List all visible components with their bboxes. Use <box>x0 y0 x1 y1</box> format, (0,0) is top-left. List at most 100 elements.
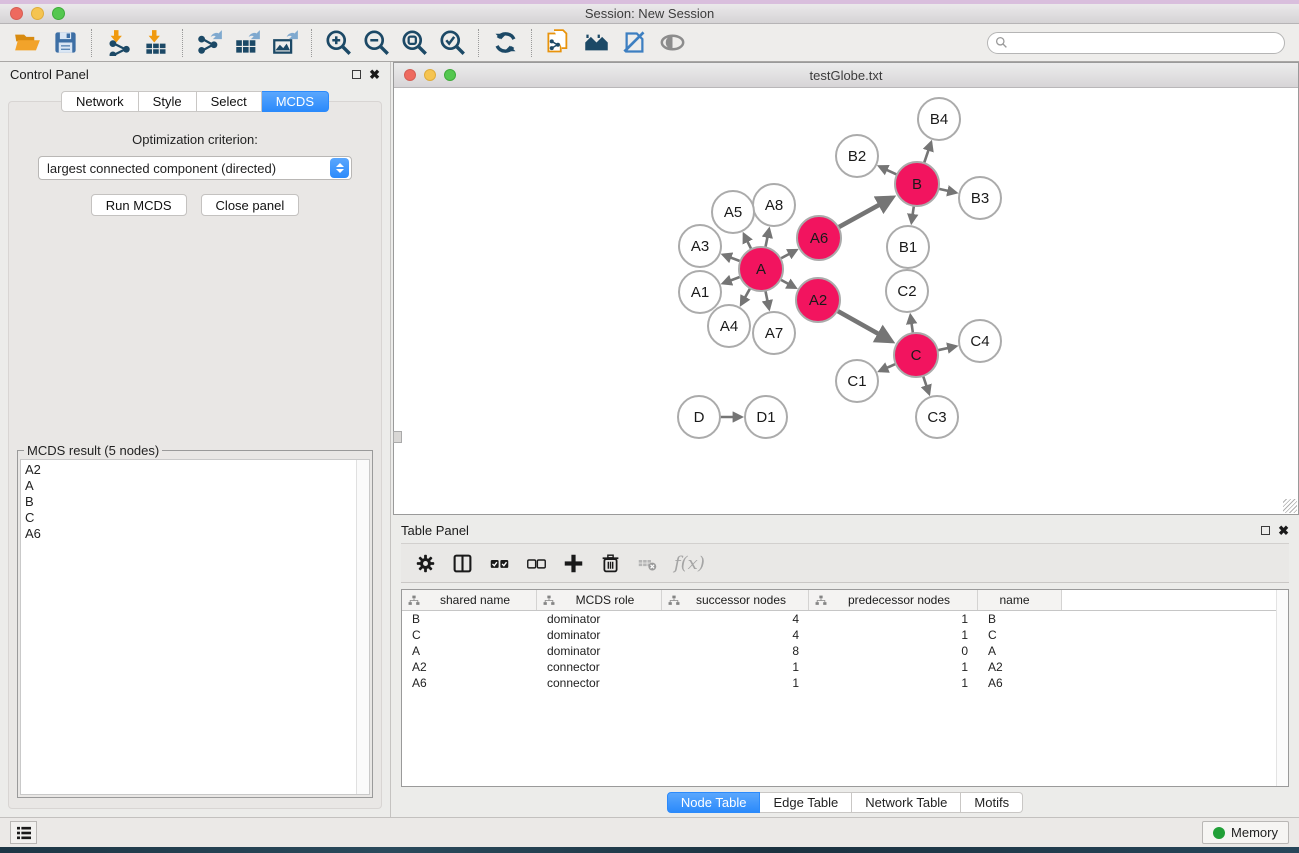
tab-motifs[interactable]: Motifs <box>961 792 1023 813</box>
node-B4[interactable]: B4 <box>918 98 960 140</box>
show-hide-panel-button[interactable] <box>653 27 691 59</box>
cell[interactable]: 1 <box>809 612 978 626</box>
node-A7[interactable]: A7 <box>753 312 795 354</box>
node-A1[interactable]: A1 <box>679 271 721 313</box>
zoom-out-button[interactable] <box>357 27 395 59</box>
column-header-MCDS-role[interactable]: MCDS role <box>537 590 662 610</box>
cell[interactable]: A6 <box>402 676 537 690</box>
zoom-selected-button[interactable] <box>433 27 471 59</box>
node-D[interactable]: D <box>678 396 720 438</box>
table-row[interactable]: Adominator80A <box>402 643 1288 659</box>
close-table-panel-icon[interactable]: ✖ <box>1278 526 1289 535</box>
cell[interactable]: A6 <box>978 676 1062 690</box>
show-columns-button[interactable] <box>452 553 473 574</box>
edge-A6-B[interactable] <box>838 198 892 228</box>
cell[interactable]: A2 <box>978 660 1062 674</box>
create-column-button[interactable] <box>563 553 584 574</box>
node-B1[interactable]: B1 <box>887 226 929 268</box>
open-file-button[interactable] <box>8 27 46 59</box>
node-C[interactable]: C <box>894 333 938 377</box>
cell[interactable]: B <box>402 612 537 626</box>
edge-C-C2[interactable] <box>910 315 913 333</box>
delete-column-button[interactable] <box>600 553 621 574</box>
tab-mcds[interactable]: MCDS <box>262 91 329 112</box>
edge-A-A5[interactable] <box>744 234 751 249</box>
table-row[interactable]: Cdominator41C <box>402 627 1288 643</box>
edge-A-A3[interactable] <box>723 255 740 262</box>
table-scrollbar[interactable] <box>1276 590 1288 786</box>
cell[interactable]: dominator <box>537 612 662 626</box>
node-A[interactable]: A <box>739 247 783 291</box>
node-B2[interactable]: B2 <box>836 135 878 177</box>
cell[interactable]: dominator <box>537 644 662 658</box>
cell[interactable]: 1 <box>809 628 978 642</box>
node-A8[interactable]: A8 <box>753 184 795 226</box>
edge-A-A8[interactable] <box>765 229 769 247</box>
node-B[interactable]: B <box>895 162 939 206</box>
tab-select[interactable]: Select <box>197 91 262 112</box>
close-panel-icon[interactable]: ✖ <box>369 70 380 79</box>
export-table-button[interactable] <box>228 27 266 59</box>
edge-B-B4[interactable] <box>924 142 931 163</box>
window-left-grip[interactable] <box>393 431 402 443</box>
save-session-button[interactable] <box>46 27 84 59</box>
export-network-button[interactable] <box>190 27 228 59</box>
cell[interactable]: 1 <box>662 676 809 690</box>
hide-labels-button[interactable] <box>615 27 653 59</box>
edge-B-B2[interactable] <box>879 166 897 174</box>
node-D1[interactable]: D1 <box>745 396 787 438</box>
table-settings-button[interactable] <box>415 553 436 574</box>
float-panel-icon[interactable] <box>352 70 361 79</box>
result-scrollbar[interactable] <box>356 460 369 794</box>
edge-A-A1[interactable] <box>723 277 740 284</box>
node-A6[interactable]: A6 <box>797 216 841 260</box>
edge-A-A6[interactable] <box>780 250 796 259</box>
cell[interactable]: 4 <box>662 628 809 642</box>
float-table-panel-icon[interactable] <box>1261 526 1270 535</box>
edge-B-B1[interactable] <box>911 206 913 223</box>
edge-A-A4[interactable] <box>741 288 750 304</box>
edge-C-C3[interactable] <box>923 376 929 394</box>
deselect-all-columns-button[interactable] <box>526 553 547 574</box>
tab-node-table[interactable]: Node Table <box>667 792 761 813</box>
search-input[interactable] <box>1008 36 1284 50</box>
cell[interactable]: connector <box>537 676 662 690</box>
cell[interactable]: A2 <box>402 660 537 674</box>
close-panel-button[interactable]: Close panel <box>201 194 300 216</box>
import-network-button[interactable] <box>99 27 137 59</box>
network-graph[interactable]: B4B2BB3A8A5A6A3B1AA1C2A2A4A7C4CC1C3DD1 <box>394 88 1284 512</box>
refresh-button[interactable] <box>486 27 524 59</box>
run-mcds-button[interactable]: Run MCDS <box>91 194 187 216</box>
edge-C-C4[interactable] <box>937 346 955 350</box>
cell[interactable]: C <box>978 628 1062 642</box>
zoom-fit-button[interactable] <box>395 27 433 59</box>
cell[interactable]: 1 <box>662 660 809 674</box>
network-canvas[interactable]: B4B2BB3A8A5A6A3B1AA1C2A2A4A7C4CC1C3DD1 <box>394 88 1298 514</box>
memory-button[interactable]: Memory <box>1202 821 1289 844</box>
mcds-result-list[interactable]: A2ABCA6 <box>20 459 370 795</box>
edge-A2-C[interactable] <box>837 311 891 341</box>
node-C2[interactable]: C2 <box>886 270 928 312</box>
cell[interactable]: 0 <box>809 644 978 658</box>
tab-network[interactable]: Network <box>61 91 139 112</box>
cell[interactable]: C <box>402 628 537 642</box>
cell[interactable]: 8 <box>662 644 809 658</box>
export-image-button[interactable] <box>266 27 304 59</box>
table-row[interactable]: A6connector11A6 <box>402 675 1288 691</box>
cell[interactable]: connector <box>537 660 662 674</box>
node-A4[interactable]: A4 <box>708 305 750 347</box>
edge-B-B3[interactable] <box>938 189 955 193</box>
window-resize-grip[interactable] <box>1283 499 1297 513</box>
column-header-successor-nodes[interactable]: successor nodes <box>662 590 809 610</box>
node-C1[interactable]: C1 <box>836 360 878 402</box>
table-row[interactable]: A2connector11A2 <box>402 659 1288 675</box>
task-history-button[interactable] <box>10 821 37 844</box>
node-A2[interactable]: A2 <box>796 278 840 322</box>
tab-edge-table[interactable]: Edge Table <box>760 792 852 813</box>
column-header-name[interactable]: name <box>978 590 1062 610</box>
select-all-columns-button[interactable] <box>489 553 510 574</box>
tab-network-table[interactable]: Network Table <box>852 792 961 813</box>
criterion-dropdown[interactable]: largest connected component (directed) <box>38 156 352 180</box>
zoom-in-button[interactable] <box>319 27 357 59</box>
node-A5[interactable]: A5 <box>712 191 754 233</box>
